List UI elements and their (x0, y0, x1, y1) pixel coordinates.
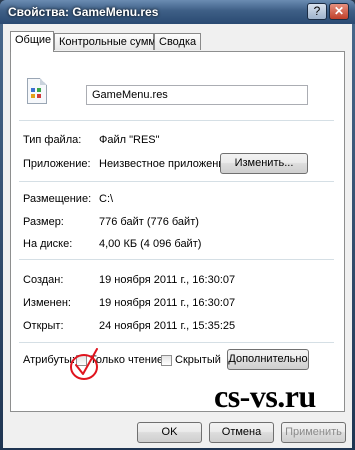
modified-value: 19 ноября 2011 г., 16:30:07 (99, 297, 236, 309)
file-type-label: Тип файла: (23, 134, 82, 146)
divider (19, 120, 334, 121)
ok-button[interactable]: OK (137, 422, 202, 443)
location-value: C:\ (99, 193, 114, 205)
tab-checksums[interactable]: Контрольные суммы (54, 33, 164, 50)
application-value: Неизвестное приложение (99, 158, 231, 170)
divider (19, 342, 334, 343)
attributes-label: Атрибуты: (23, 354, 75, 366)
location-label: Размещение: (23, 193, 92, 205)
window-title: Свойства: GameMenu.res (8, 5, 159, 19)
created-value: 19 ноября 2011 г., 16:30:07 (99, 274, 236, 286)
created-label: Создан: (23, 274, 64, 286)
file-name-field[interactable]: GameMenu.res (86, 85, 308, 105)
divider (19, 181, 334, 182)
hidden-label[interactable]: Скрытый (175, 354, 221, 366)
tab-general[interactable]: Общие (10, 31, 54, 52)
title-bar[interactable]: Свойства: GameMenu.res ? ✕ (0, 0, 355, 24)
size-value: 776 байт (776 байт) (99, 216, 199, 228)
tab-summary[interactable]: Сводка (154, 33, 201, 50)
general-panel: GameMenu.res Тип файла: Файл "RES" Прило… (10, 51, 345, 412)
size-label: Размер: (23, 216, 64, 228)
readonly-checkbox[interactable] (76, 355, 87, 366)
readonly-label[interactable]: Только чтение (90, 354, 163, 366)
file-type-value: Файл "RES" (99, 134, 160, 146)
generic-file-icon (27, 78, 47, 104)
help-button[interactable]: ? (307, 3, 327, 20)
watermark: cs-vs.ru (214, 378, 316, 414)
advanced-button[interactable]: Дополнительно (227, 349, 309, 370)
cancel-button[interactable]: Отмена (209, 422, 274, 443)
apply-button[interactable]: Применить (281, 422, 346, 443)
size-on-disk-label: На диске: (23, 238, 73, 250)
divider (19, 259, 334, 260)
hidden-checkbox[interactable] (161, 355, 172, 366)
modified-label: Изменен: (23, 297, 71, 309)
accessed-label: Открыт: (23, 320, 64, 332)
accessed-value: 24 ноября 2011 г., 15:35:25 (99, 320, 236, 332)
close-button[interactable]: ✕ (329, 3, 349, 20)
size-on-disk-value: 4,00 КБ (4 096 байт) (99, 238, 202, 250)
change-button[interactable]: Изменить... (220, 153, 308, 174)
application-label: Приложение: (23, 158, 91, 170)
